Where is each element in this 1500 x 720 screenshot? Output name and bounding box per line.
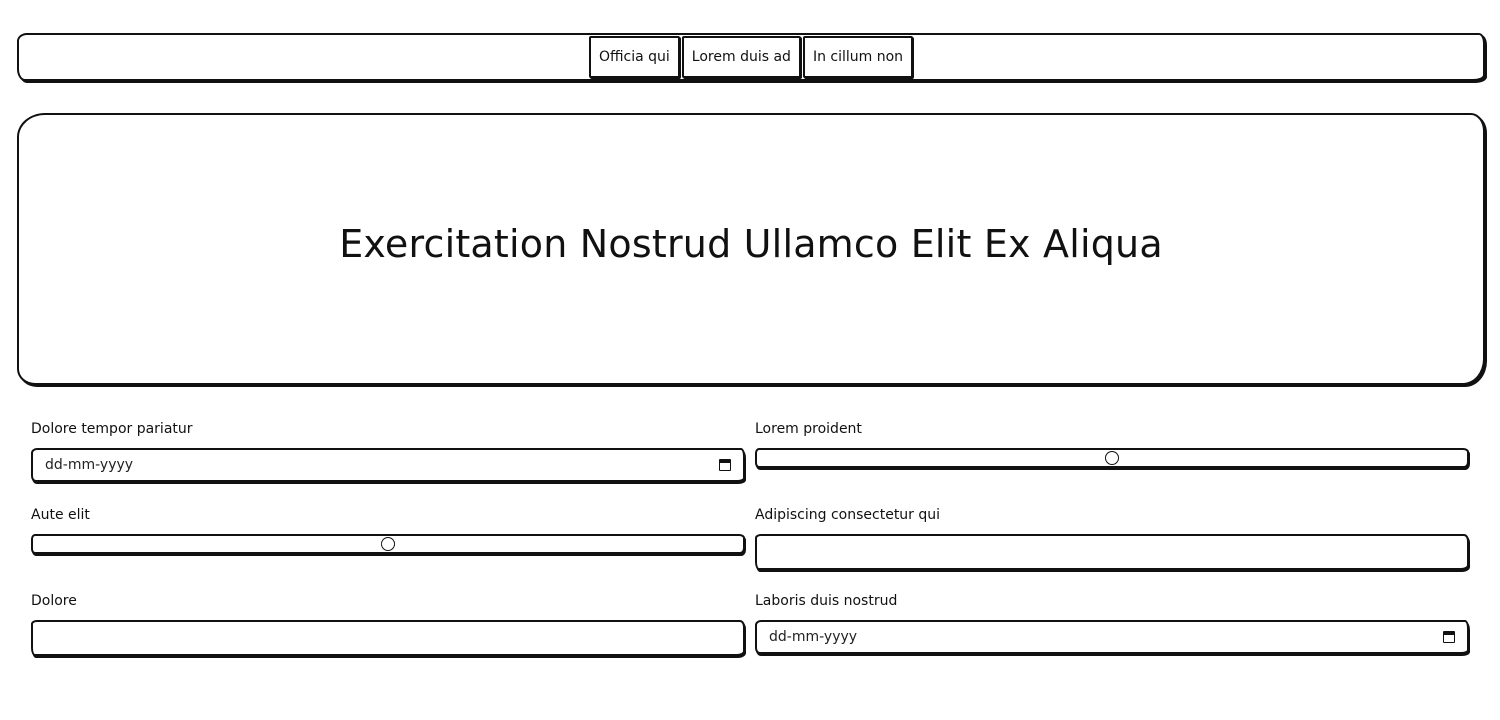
date-input[interactable]: dd-mm-yyyy <box>31 448 745 482</box>
text-input[interactable] <box>31 620 745 656</box>
range-slider[interactable] <box>755 448 1469 468</box>
hero-title: Exercitation Nostrud Ullamco Elit Ex Ali… <box>339 222 1163 266</box>
field-laboris-duis-nostrud: Laboris duis nostrud dd-mm-yyyy <box>755 590 1469 654</box>
nav-tab-label: Lorem duis ad <box>691 49 791 65</box>
hero-card: Exercitation Nostrud Ullamco Elit Ex Ali… <box>17 113 1485 385</box>
range-slider[interactable] <box>31 534 745 554</box>
field-label: Dolore <box>31 593 77 609</box>
nav-tab-label: Officia qui <box>598 49 670 65</box>
field-label: Aute elit <box>31 507 90 523</box>
field-aute-elit: Aute elit <box>31 504 745 554</box>
field-label: Lorem proident <box>755 421 862 437</box>
nav-tab-label: In cillum non <box>812 49 904 65</box>
top-nav-bar: Officia qui Lorem duis ad In cillum non <box>17 33 1485 81</box>
calendar-icon[interactable] <box>719 459 731 471</box>
slider-thumb[interactable] <box>1105 451 1119 465</box>
field-lorem-proident: Lorem proident <box>755 418 1469 468</box>
field-label: Laboris duis nostrud <box>755 593 898 609</box>
text-input[interactable] <box>755 534 1469 570</box>
field-adipiscing-consectetur-qui: Adipiscing consectetur qui <box>755 504 1469 570</box>
nav-tab-officia-qui[interactable]: Officia qui <box>588 36 680 78</box>
date-input[interactable]: dd-mm-yyyy <box>755 620 1469 654</box>
nav-tab-in-cillum-non[interactable]: In cillum non <box>802 36 914 78</box>
date-placeholder: dd-mm-yyyy <box>769 629 858 645</box>
date-placeholder: dd-mm-yyyy <box>45 457 134 473</box>
field-dolore-tempor-pariatur: Dolore tempor pariatur dd-mm-yyyy <box>31 418 745 482</box>
field-dolore: Dolore <box>31 590 745 656</box>
field-label: Dolore tempor pariatur <box>31 421 193 437</box>
nav-tab-lorem-duis-ad[interactable]: Lorem duis ad <box>681 36 801 78</box>
field-label: Adipiscing consectetur qui <box>755 507 941 523</box>
calendar-icon[interactable] <box>1443 631 1455 643</box>
nav-tabs: Officia qui Lorem duis ad In cillum non <box>588 36 914 78</box>
slider-thumb[interactable] <box>381 537 395 551</box>
